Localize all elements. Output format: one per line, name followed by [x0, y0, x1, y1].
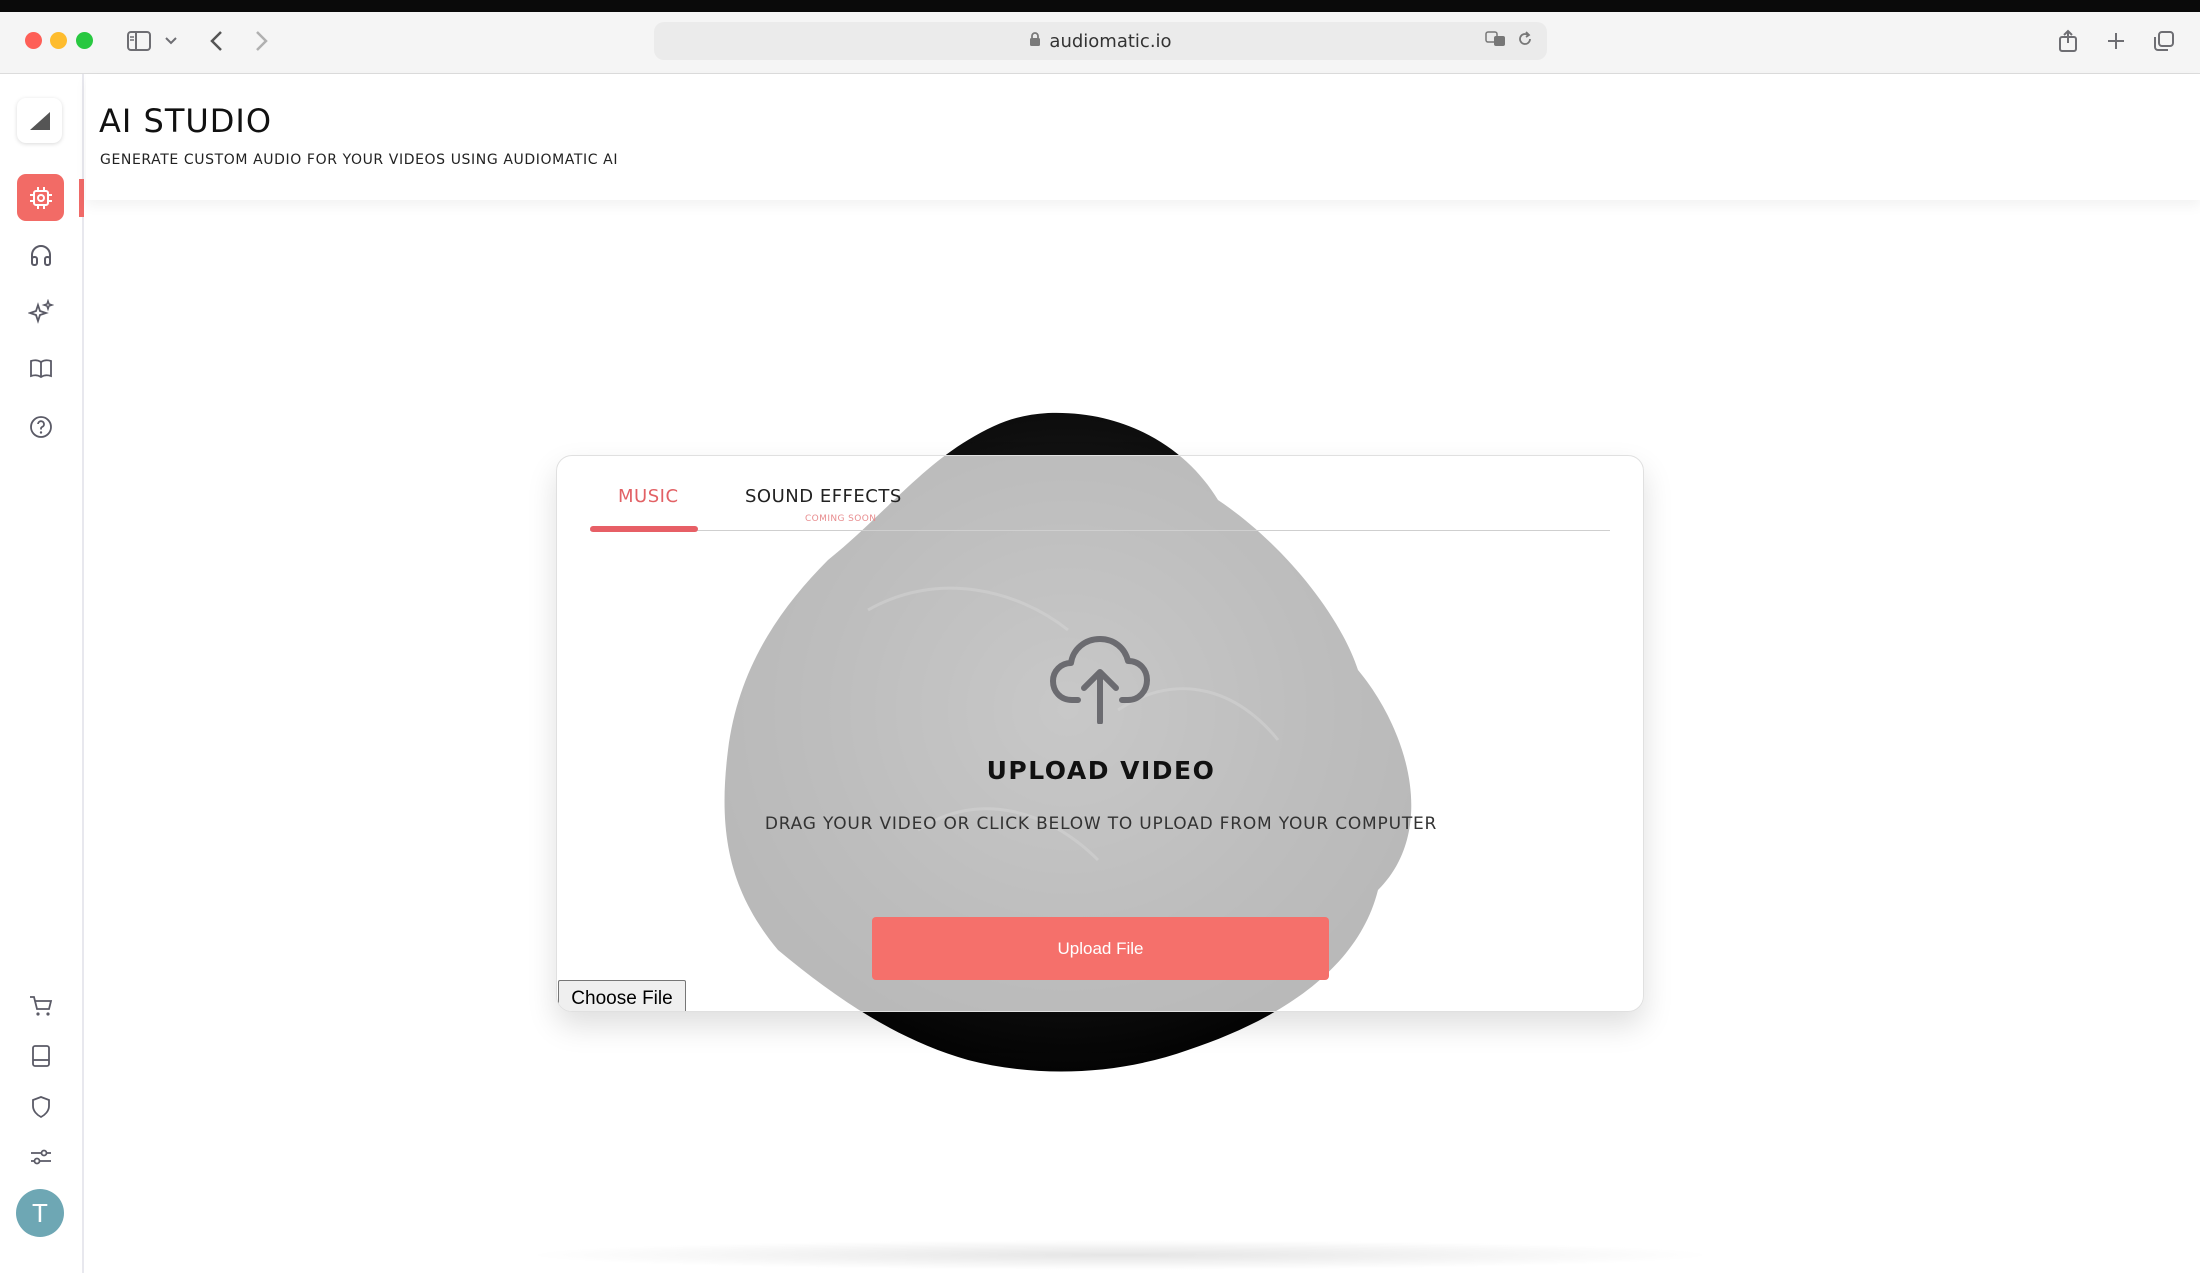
- back-icon[interactable]: [204, 26, 228, 56]
- upload-title: UPLOAD VIDEO: [986, 756, 1216, 785]
- sidebar-item-guide[interactable]: [17, 344, 64, 391]
- help-circle-icon: [29, 415, 52, 438]
- bottom-shadow: [520, 1240, 1720, 1270]
- lock-icon: [1029, 31, 1041, 51]
- zoom-window-button[interactable]: [76, 32, 93, 49]
- chevron-down-icon[interactable]: [164, 26, 178, 56]
- page-header: AI STUDIO GENERATE CUSTOM AUDIO FOR YOUR…: [86, 74, 2200, 200]
- logo-icon: [29, 111, 50, 130]
- sidebar-item-security[interactable]: [17, 1083, 64, 1130]
- upload-file-button[interactable]: Upload File: [872, 917, 1329, 980]
- tabs-divider: [590, 530, 1610, 531]
- browser-toolbar: audiomatic.io: [0, 12, 2200, 74]
- url-text: audiomatic.io: [1049, 30, 1172, 52]
- tablet-icon: [31, 1044, 50, 1067]
- sidebar-item-ai-studio[interactable]: [17, 174, 64, 221]
- share-icon[interactable]: [2054, 26, 2082, 56]
- minimize-window-button[interactable]: [50, 32, 67, 49]
- sidebar-item-cart[interactable]: [17, 982, 64, 1029]
- sidebar-item-library[interactable]: [17, 1032, 64, 1079]
- chip-icon: [29, 186, 52, 209]
- upload-card: MUSIC SOUND EFFECTS COMING SOON UPLOAD V…: [556, 455, 1644, 1012]
- avatar[interactable]: T: [16, 1189, 64, 1237]
- sidebar-item-settings[interactable]: [17, 1133, 64, 1180]
- sidebar-item-help[interactable]: [17, 403, 64, 450]
- page-title: AI STUDIO: [99, 102, 273, 140]
- cloud-upload-icon: [1050, 636, 1150, 724]
- coming-soon-badge: COMING SOON: [805, 514, 877, 524]
- address-bar[interactable]: audiomatic.io: [654, 22, 1547, 60]
- app-logo[interactable]: [17, 98, 62, 143]
- cart-icon: [29, 995, 52, 1016]
- sliders-icon: [30, 1149, 51, 1164]
- tab-sound-effects[interactable]: SOUND EFFECTS: [745, 486, 902, 507]
- headphones-icon: [30, 244, 51, 266]
- tab-music[interactable]: MUSIC: [618, 486, 679, 507]
- shield-icon: [31, 1095, 50, 1118]
- forward-icon[interactable]: [250, 26, 274, 56]
- page-subtitle: GENERATE CUSTOM AUDIO FOR YOUR VIDEOS US…: [100, 152, 619, 168]
- upload-description: DRAG YOUR VIDEO OR CLICK BELOW TO UPLOAD…: [764, 814, 1438, 834]
- tab-overview-icon[interactable]: [2150, 26, 2178, 56]
- sidebar-toggle-icon[interactable]: [124, 26, 154, 56]
- close-window-button[interactable]: [25, 32, 42, 49]
- sidebar: T: [0, 74, 84, 1273]
- menu-bar: [0, 0, 2200, 12]
- active-tab-underline: [590, 526, 698, 532]
- reload-icon[interactable]: [1517, 30, 1533, 52]
- sidebar-item-listen[interactable]: [17, 231, 64, 278]
- active-indicator: [79, 179, 84, 217]
- new-tab-icon[interactable]: [2102, 26, 2130, 56]
- sparkles-icon: [27, 298, 54, 324]
- translate-icon[interactable]: [1485, 30, 1507, 52]
- sidebar-item-magic[interactable]: [17, 288, 64, 335]
- choose-file-button[interactable]: Choose File: [558, 980, 686, 1011]
- book-icon: [29, 358, 52, 378]
